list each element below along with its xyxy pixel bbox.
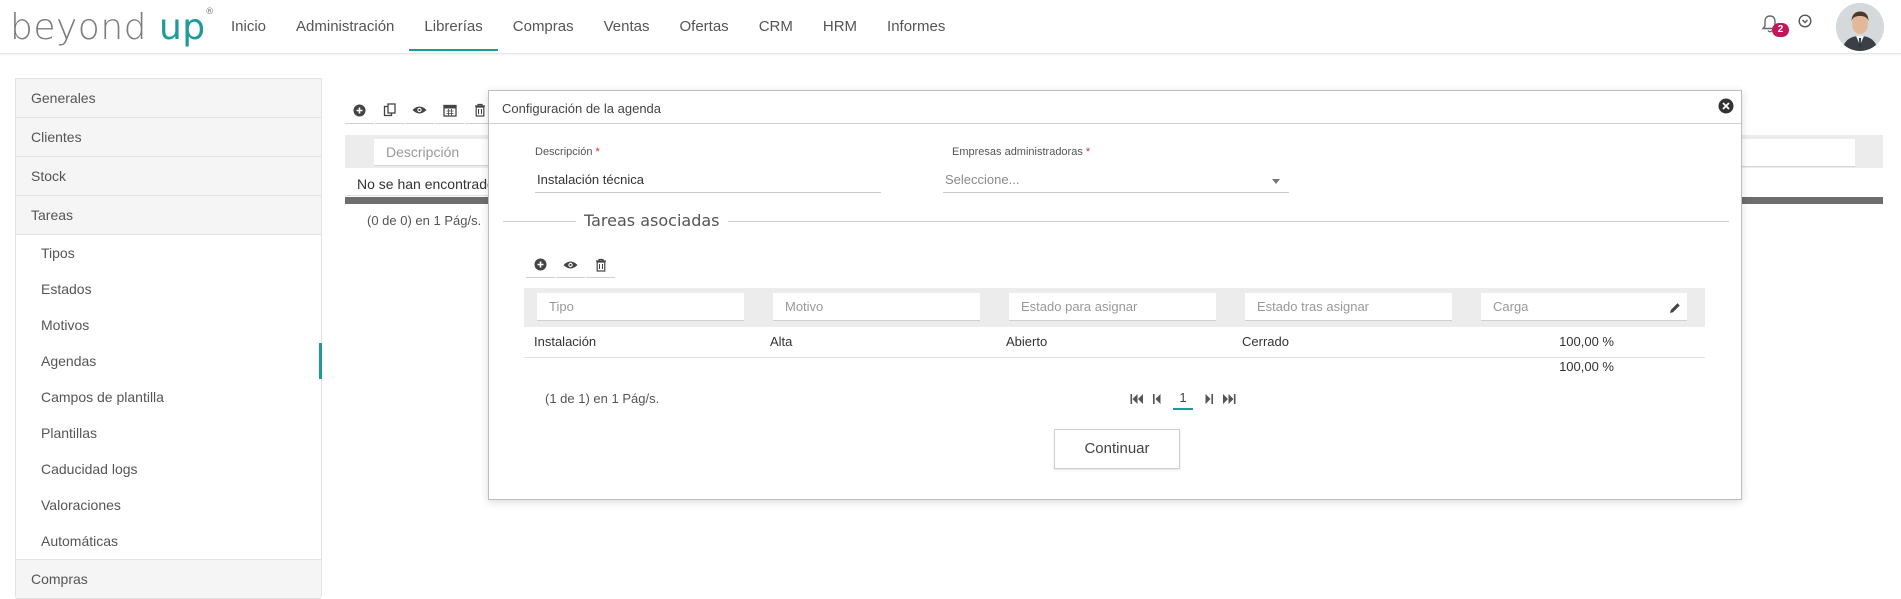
calendar-icon [442,104,457,117]
cell-carga: 100,00 % [1559,334,1614,349]
logo-text-up: up [158,7,206,48]
copy-button[interactable] [375,97,404,124]
nav-item-ventas[interactable]: Ventas [589,0,665,53]
sidebar-item-valoraciones[interactable]: Valoraciones [16,487,321,523]
next-page-button[interactable] [1199,389,1219,409]
nav-item-administracion[interactable]: Administración [281,0,409,53]
eye-icon [412,106,427,114]
filter-estado-para-asignar[interactable]: Estado para asignar [1009,293,1216,321]
trash-icon [595,258,606,272]
last-page-icon [1223,394,1236,404]
empresas-select[interactable]: Seleccione... [943,168,1289,193]
sidebar-item-plantillas[interactable]: Plantillas [16,415,321,451]
prev-page-button[interactable] [1147,389,1167,409]
modal-header: Configuración de la agenda [489,91,1741,124]
empresas-label: Empresas administradoras * [952,146,1090,158]
descripcion-label: Descripción * [535,146,600,158]
last-page-button[interactable] [1219,389,1239,409]
logo-registered-mark: ® [205,7,215,17]
plus-circle-icon [534,258,547,271]
descripcion-label-text: Descripción [535,146,593,158]
pagination: 1 [1127,388,1239,410]
sidebar-section-clientes[interactable]: Clientes [16,118,321,157]
top-navbar: beyond up ® Inicio Administración Librer… [0,0,1901,54]
cell-estado-para-asignar: Abierto [1006,334,1048,349]
nav-item-inicio[interactable]: Inicio [216,0,281,53]
trash-icon [474,103,485,117]
cell-tipo: Instalación [534,334,597,349]
close-icon[interactable] [1718,98,1734,114]
required-mark: * [595,146,600,158]
view-button[interactable] [405,97,434,124]
user-photo-icon [1836,3,1884,51]
pagination-text: (1 de 1) en 1 Pág/s. [545,391,660,406]
logo-text-beyond: beyond [10,7,147,48]
chevron-down-icon[interactable] [1272,179,1280,184]
carga-total: 100,00 % [1559,359,1614,374]
table-row[interactable]: Instalación Alta Abierto Cerrado 100,00 … [524,327,1705,358]
nav-item-hrm[interactable]: HRM [808,0,872,53]
nav-item-ofertas[interactable]: Ofertas [665,0,744,53]
filter-estado-tras-asignar[interactable]: Estado tras asignar [1245,293,1452,321]
nav-item-librerias[interactable]: Librerías [409,0,499,53]
cell-estado-tras-asignar: Cerrado [1242,334,1289,349]
continue-button[interactable]: Continuar [1054,429,1180,469]
nav-item-compras[interactable]: Compras [498,0,589,53]
tareas-toolbar [526,252,616,278]
page-number-current[interactable]: 1 [1173,388,1193,410]
filter-tipo[interactable]: Tipo [537,293,744,321]
next-page-icon [1205,394,1213,404]
sidebar-section-tareas[interactable]: Tareas [16,196,321,235]
calendar-button[interactable] [435,97,464,124]
first-page-button[interactable] [1127,389,1147,409]
add-task-button[interactable] [526,252,555,278]
background-toolbar [345,97,495,124]
sidebar: Generales Clientes Stock Tareas Tipos Es… [15,78,322,599]
background-description-filter[interactable]: Descripción [374,139,494,166]
cell-motivo: Alta [770,334,793,349]
modal-title: Configuración de la agenda [502,101,662,116]
sidebar-item-estados[interactable]: Estados [16,271,321,307]
logo[interactable]: beyond up ® [10,3,214,53]
sidebar-item-campos-plantilla[interactable]: Campos de plantilla [16,379,321,415]
sidebar-item-agendas[interactable]: Agendas [16,343,322,379]
nav-item-crm[interactable]: CRM [744,0,808,53]
background-no-rows-text: No se han encontrado [345,172,495,196]
tareas-grid-header: Tipo Motivo Estado para asignar Estado t… [524,288,1705,327]
empresas-label-text: Empresas administradoras [952,146,1083,158]
plus-circle-icon [353,104,366,116]
filter-carga[interactable]: Carga [1481,293,1687,321]
background-pagination-text: (0 de 0) en 1 Pág/s. [367,213,482,228]
copy-icon [383,103,396,117]
main-nav: Inicio Administración Librerías Compras … [216,0,960,53]
chevron-circle-icon[interactable] [1798,14,1812,28]
nav-item-informes[interactable]: Informes [872,0,960,53]
descripcion-field[interactable]: Instalación técnica [535,168,881,193]
prev-page-icon [1153,394,1161,404]
delete-task-button[interactable] [586,252,615,278]
background-right-filter[interactable] [1740,139,1855,167]
sidebar-item-automaticas[interactable]: Automáticas [16,523,321,559]
first-page-icon [1130,394,1143,404]
eye-icon [563,261,578,268]
pencil-icon[interactable] [1669,302,1681,314]
view-task-button[interactable] [556,252,585,278]
sidebar-section-stock[interactable]: Stock [16,157,321,196]
agenda-config-modal: Configuración de la agenda Descripción *… [488,90,1742,500]
notification-badge: 2 [1772,23,1789,37]
sidebar-section-generales[interactable]: Generales [16,79,321,118]
sidebar-item-caducidad-logs[interactable]: Caducidad logs [16,451,321,487]
sidebar-section-compras[interactable]: Compras [16,559,321,599]
filter-motivo[interactable]: Motivo [773,293,980,321]
required-mark: * [1085,146,1091,158]
sidebar-item-tipos[interactable]: Tipos [16,235,321,271]
sidebar-item-motivos[interactable]: Motivos [16,307,321,343]
avatar[interactable] [1836,3,1884,51]
add-button[interactable] [345,97,374,124]
tareas-asociadas-title: Tareas asociadas [576,211,728,230]
